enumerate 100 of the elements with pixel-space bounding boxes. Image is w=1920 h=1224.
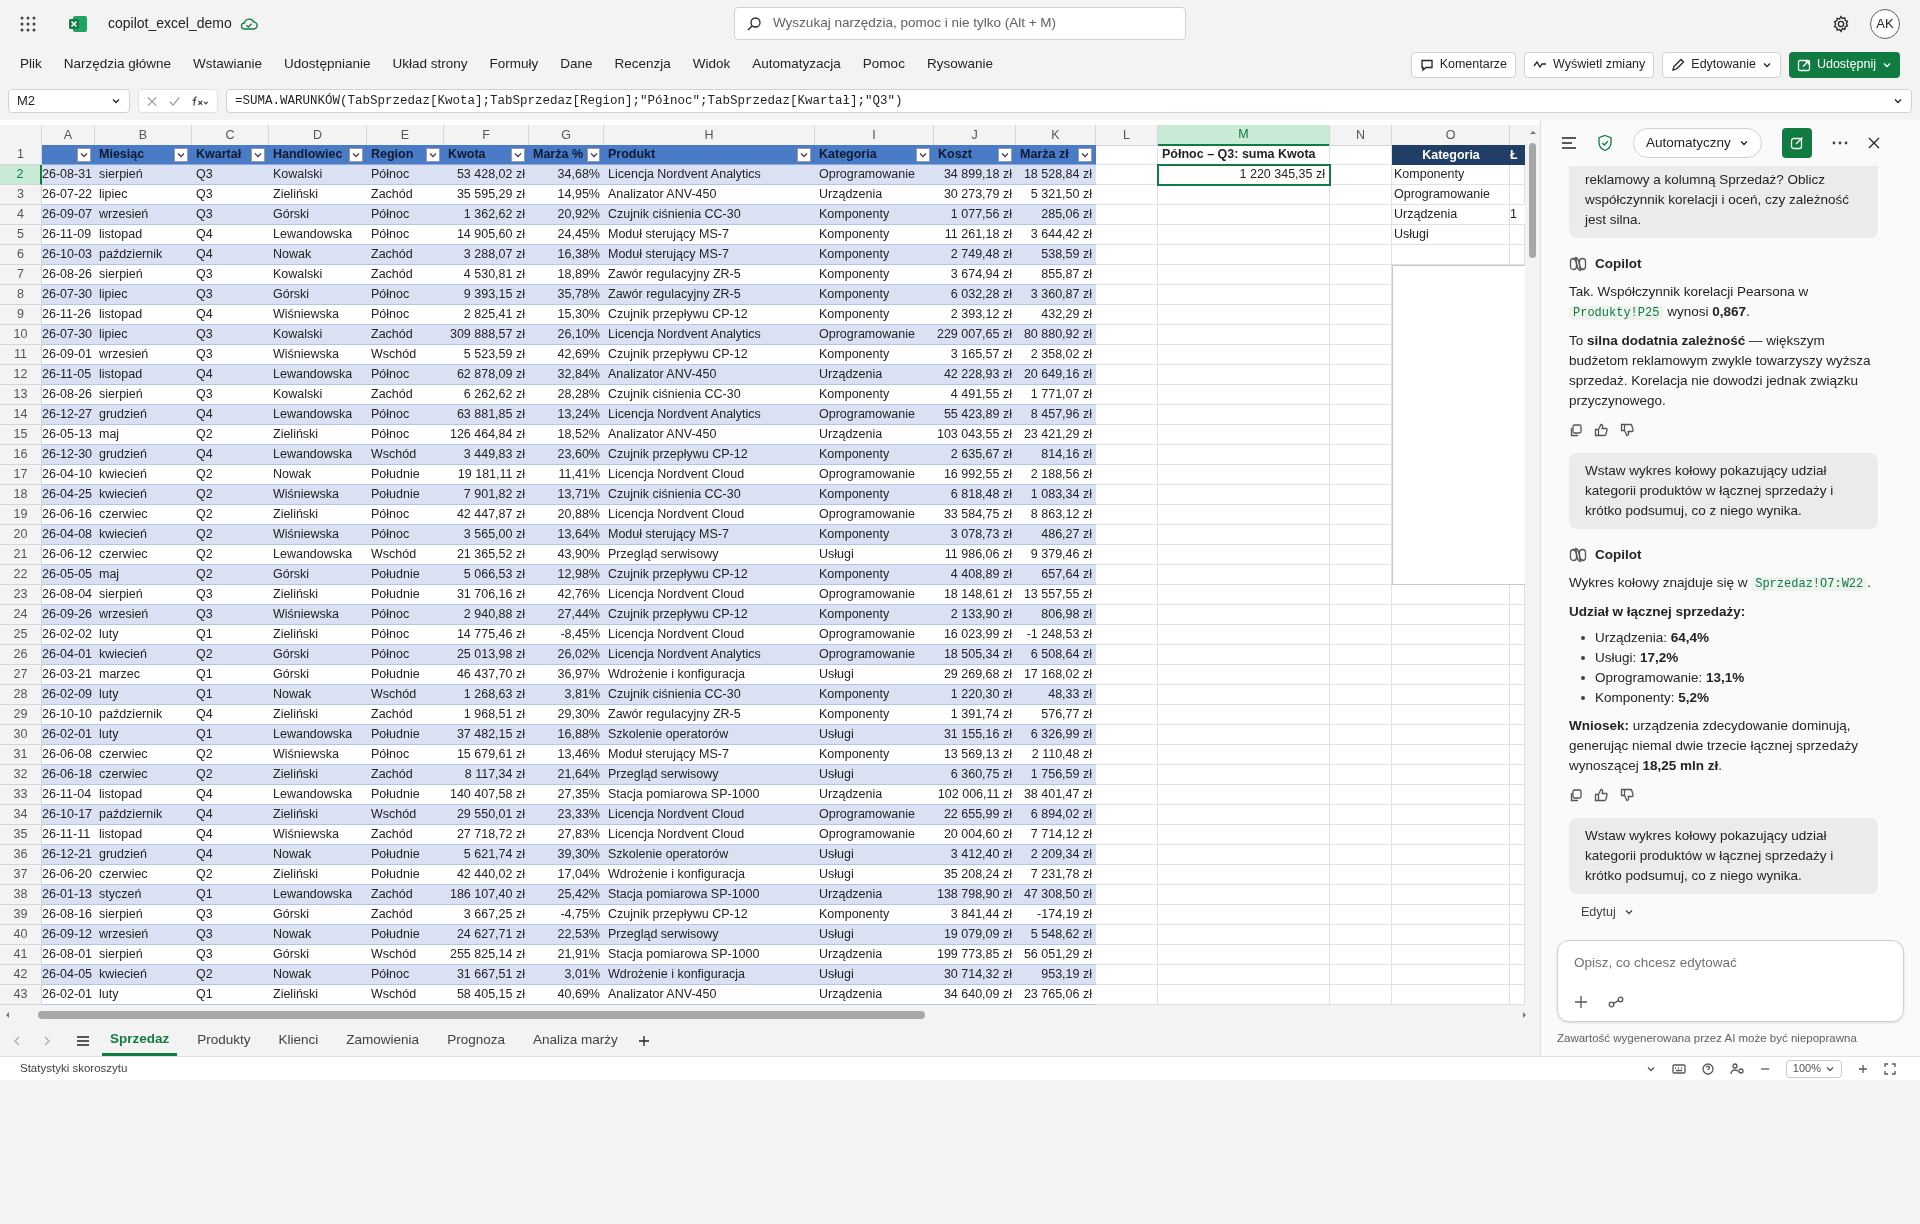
filter-button[interactable] [797, 147, 811, 162]
empty-cell[interactable] [1330, 165, 1392, 185]
help-icon[interactable] [1701, 1062, 1714, 1075]
zoom-in-icon[interactable] [1858, 1063, 1868, 1074]
empty-cell[interactable] [1330, 625, 1392, 645]
menu-icon[interactable] [1561, 136, 1577, 150]
user-avatar[interactable]: AK [1870, 8, 1900, 39]
empty-cell[interactable] [1158, 465, 1330, 485]
empty-cell[interactable] [1392, 765, 1510, 785]
empty-cell[interactable] [1330, 965, 1392, 985]
formula-field[interactable]: =SUMA.WARUNKÓW(TabSprzedaz[Kwota];TabSprzedaz[Region];"Północ";TabSprzedaz[Kwartał];"Q3") [226, 89, 1912, 113]
column-header[interactable]: D [269, 125, 367, 146]
empty-cell[interactable] [1330, 605, 1392, 625]
horizontal-scrollbar[interactable] [0, 1005, 1540, 1025]
empty-cell[interactable] [1392, 885, 1510, 905]
menu-tab[interactable]: Udostępnianie [284, 54, 371, 75]
menu-tab[interactable]: Formuły [489, 54, 539, 75]
empty-cell[interactable] [1158, 685, 1330, 705]
empty-cell[interactable] [1330, 925, 1392, 945]
empty-cell[interactable] [1158, 385, 1330, 405]
sheet-tab[interactable]: Klienci [270, 1025, 327, 1056]
empty-cell[interactable] [1158, 505, 1330, 525]
scrollbar-thumb[interactable] [38, 1011, 925, 1019]
empty-cell[interactable] [1330, 865, 1392, 885]
column-header[interactable]: F [444, 125, 529, 146]
empty-cell[interactable] [1392, 605, 1510, 625]
empty-cell[interactable] [1330, 825, 1392, 845]
empty-cell[interactable] [1392, 705, 1510, 725]
function-icon[interactable] [192, 95, 209, 107]
edit-dropdown[interactable]: Edytuj [1581, 902, 1892, 922]
column-header-cut[interactable] [1510, 125, 1525, 146]
empty-cell[interactable] [1330, 885, 1392, 905]
filter-button[interactable] [916, 147, 930, 162]
thumbs-up-icon[interactable] [1594, 423, 1608, 437]
empty-cell[interactable] [1392, 905, 1510, 925]
mode-dropdown[interactable]: Automatyczny [1633, 128, 1762, 158]
menu-tab[interactable]: Recenzja [614, 54, 671, 75]
empty-cell[interactable] [1330, 725, 1392, 745]
empty-cell[interactable] [1330, 945, 1392, 965]
empty-cell[interactable] [1392, 785, 1510, 805]
empty-cell[interactable] [1158, 745, 1330, 765]
filter-button[interactable] [998, 147, 1012, 162]
cancel-icon[interactable] [147, 95, 158, 107]
confirm-icon[interactable] [169, 95, 181, 107]
empty-cell[interactable] [1158, 325, 1330, 345]
empty-cell[interactable] [1392, 945, 1510, 965]
empty-cell[interactable] [1392, 685, 1510, 705]
cell-reference[interactable]: Produkty!P25 [1569, 306, 1664, 320]
sheet-tab[interactable]: Analiza marży [524, 1025, 626, 1056]
app-launcher-icon[interactable] [20, 15, 36, 32]
search-field[interactable]: Wyszukaj narzędzia, pomoc i nie tylko (Alt + M) [734, 7, 1186, 40]
filter-button[interactable] [511, 147, 525, 162]
column-header[interactable]: H [604, 125, 815, 146]
empty-cell[interactable] [1330, 845, 1392, 865]
empty-cell[interactable] [1158, 185, 1330, 205]
empty-cell[interactable] [1158, 485, 1330, 505]
add-icon[interactable] [1574, 995, 1588, 1009]
editing-button[interactable]: Edytowanie [1662, 51, 1781, 78]
name-box[interactable]: M2 [8, 89, 130, 113]
empty-cell[interactable] [1158, 825, 1330, 845]
empty-cell[interactable] [1330, 225, 1392, 245]
empty-cell[interactable] [1158, 205, 1330, 225]
empty-cell[interactable] [1158, 965, 1330, 985]
filter-button[interactable] [587, 147, 600, 162]
comments-button[interactable]: Komentarze [1410, 51, 1517, 78]
filter-button[interactable] [349, 147, 363, 162]
empty-cell[interactable] [1392, 845, 1510, 865]
empty-cell[interactable] [1158, 665, 1330, 685]
menu-tab[interactable]: Widok [692, 54, 731, 75]
sheet-tab[interactable]: Produkty [189, 1025, 259, 1056]
filter-button[interactable] [426, 147, 440, 162]
status-text[interactable]: Statystyki skoroszytu [20, 1059, 128, 1078]
empty-cell[interactable] [1158, 265, 1330, 285]
empty-cell[interactable] [1158, 345, 1330, 365]
empty-cell[interactable] [1158, 545, 1330, 565]
column-header[interactable]: G [529, 125, 604, 146]
scroll-left-icon[interactable] [4, 1011, 10, 1019]
empty-cell[interactable] [1392, 745, 1510, 765]
menu-tab[interactable]: Narzędzia główne [63, 54, 172, 75]
empty-cell[interactable] [1330, 805, 1392, 825]
column-header[interactable]: O [1392, 125, 1510, 146]
empty-cell[interactable] [1158, 245, 1330, 265]
sheet-tab[interactable]: Zamowienia [338, 1025, 428, 1056]
empty-cell[interactable] [1392, 645, 1510, 665]
cell-reference[interactable]: Sprzedaz!O7:W22 [1751, 577, 1868, 591]
empty-cell[interactable] [1392, 725, 1510, 745]
menu-tab[interactable]: Automatyzacja [752, 54, 841, 75]
empty-cell[interactable] [1330, 665, 1392, 685]
empty-cell[interactable] [1392, 665, 1510, 685]
copy-icon[interactable] [1569, 788, 1582, 802]
column-header[interactable]: I [815, 125, 934, 146]
empty-cell[interactable] [1392, 625, 1510, 645]
empty-cell[interactable] [1330, 785, 1392, 805]
menu-tab[interactable]: Układ strony [392, 54, 468, 75]
empty-cell[interactable] [1158, 225, 1330, 245]
menu-icon[interactable] [76, 1034, 90, 1047]
column-header[interactable]: B [95, 125, 192, 146]
menu-tab[interactable]: Pomoc [862, 54, 905, 75]
empty-cell[interactable] [1158, 285, 1330, 305]
empty-cell[interactable] [1392, 805, 1510, 825]
